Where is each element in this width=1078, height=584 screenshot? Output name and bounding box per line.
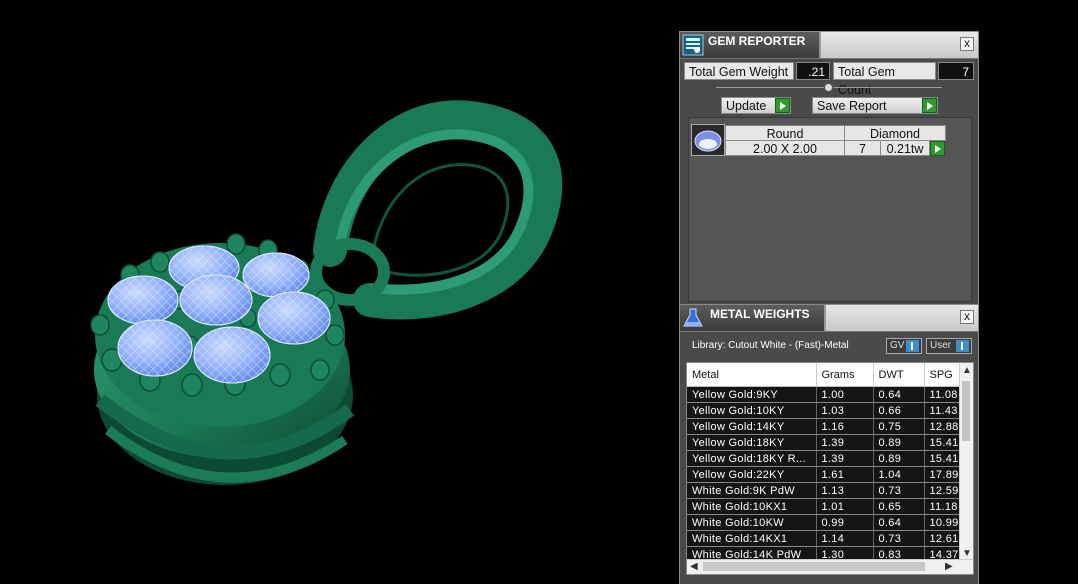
- gv-toggle-label: GV: [890, 340, 905, 351]
- dwt-cell: 0.64: [873, 386, 925, 403]
- grams-cell: 1.14: [816, 530, 874, 547]
- user-toggle-icon: [956, 340, 969, 352]
- table-row[interactable]: Yellow Gold:18KY R... 1.39 0.89 15.41: [687, 450, 973, 467]
- library-label: Library: Cutout White - (Fast)-Metal: [692, 340, 849, 351]
- table-row[interactable]: White Gold:10KW 0.99 0.64 10.99: [687, 514, 973, 531]
- metal-weights-title-tab: METAL WEIGHTS: [680, 305, 826, 331]
- user-toggle-label: User: [930, 340, 952, 351]
- grams-cell: 1.61: [816, 466, 874, 483]
- metal-name: White Gold:10KW: [687, 514, 817, 531]
- grams-cell: 1.01: [816, 498, 874, 515]
- scroll-left-icon[interactable]: ◀: [690, 562, 698, 572]
- round-gem-icon: [694, 130, 722, 152]
- 3d-viewport[interactable]: [0, 0, 680, 584]
- save-report-label: Save Report: [817, 99, 887, 113]
- grams-cell: 1.39: [816, 434, 874, 451]
- dwt-cell: 0.89: [873, 450, 925, 467]
- gem-row-play-icon[interactable]: [930, 141, 945, 156]
- metal-weights-panel: METAL WEIGHTS x Library: Cutout White - …: [679, 304, 979, 584]
- table-header-row: Metal Grams DWT SPG: [687, 363, 973, 387]
- metal-name: Yellow Gold:18KY R...: [687, 450, 817, 467]
- save-report-play-icon: [922, 98, 937, 113]
- dwt-cell: 0.65: [873, 498, 925, 515]
- grams-cell: 0.99: [816, 514, 874, 531]
- table-row[interactable]: Yellow Gold:22KY 1.61 1.04 17.89: [687, 466, 973, 483]
- metal-name: White Gold:9K PdW: [687, 482, 817, 499]
- update-button-label: Update: [726, 99, 767, 113]
- table-row[interactable]: Yellow Gold:10KY 1.03 0.66 11.43: [687, 402, 973, 419]
- metal-name: White Gold:10KX1: [687, 498, 817, 515]
- table-row[interactable]: White Gold:9K PdW 1.13 0.73 12.59: [687, 482, 973, 499]
- dwt-cell: 1.04: [873, 466, 925, 483]
- update-button[interactable]: Update: [721, 97, 791, 114]
- vertical-scrollbar[interactable]: ▲ ▼: [959, 363, 973, 561]
- gem-reporter-title: GEM REPORTER: [708, 34, 806, 48]
- gem-reporter-close-button[interactable]: x: [960, 37, 974, 51]
- gem-reporter-titlebar[interactable]: GEM REPORTER x: [680, 32, 978, 59]
- metal-name: Yellow Gold:18KY: [687, 434, 817, 451]
- scroll-right-icon[interactable]: ▶: [945, 562, 953, 572]
- grams-cell: 1.00: [816, 386, 874, 403]
- table-row[interactable]: Yellow Gold:14KY 1.16 0.75 12.88: [687, 418, 973, 435]
- table-row[interactable]: White Gold:14KX1 1.14 0.73 12.61: [687, 530, 973, 547]
- metal-name: Yellow Gold:10KY: [687, 402, 817, 419]
- gem-report-icon: [682, 34, 704, 56]
- column-header-dwt[interactable]: DWT: [873, 363, 925, 387]
- dwt-cell: 0.73: [873, 530, 925, 547]
- vertical-scroll-thumb[interactable]: [962, 381, 970, 441]
- gem-type: Diamond: [844, 125, 946, 141]
- gem-reporter-title-tab: GEM REPORTER: [680, 32, 822, 58]
- dwt-cell: 0.73: [873, 482, 925, 499]
- update-play-icon: [775, 98, 790, 113]
- gem-reporter-panel: GEM REPORTER x Total Gem Weight .21 Tota…: [679, 31, 979, 306]
- column-header-grams[interactable]: Grams: [816, 363, 874, 387]
- total-gem-count-value: 7: [938, 62, 974, 80]
- scroll-up-icon[interactable]: ▲: [962, 366, 972, 376]
- grams-cell: 1.03: [816, 402, 874, 419]
- metal-weights-table: Metal Grams DWT SPG Yellow Gold:9KY 1.00 0…: [686, 362, 974, 575]
- gv-toggle-icon: [906, 340, 919, 352]
- gem-size: 2.00 X 2.00: [725, 140, 845, 156]
- metal-weights-titlebar[interactable]: METAL WEIGHTS x: [680, 305, 978, 332]
- total-gem-count-label: Total Gem Count: [833, 62, 936, 97]
- dwt-cell: 0.66: [873, 402, 925, 419]
- pendant-model: [90, 100, 563, 485]
- round-gem-thumbnail: [691, 124, 725, 156]
- flask-icon: [683, 308, 703, 327]
- dwt-cell: 0.89: [873, 434, 925, 451]
- table-row[interactable]: Yellow Gold:9KY 1.00 0.64 11.08: [687, 386, 973, 403]
- metal-name: Yellow Gold:22KY: [687, 466, 817, 483]
- grams-cell: 1.13: [816, 482, 874, 499]
- column-header-metal[interactable]: Metal: [687, 363, 817, 387]
- gem-count: 7: [844, 140, 881, 156]
- user-toggle[interactable]: User: [926, 338, 972, 354]
- metal-name: Yellow Gold:9KY: [687, 386, 817, 403]
- gem-shape: Round: [725, 125, 845, 141]
- horizontal-scrollbar[interactable]: ◀ ▶: [687, 559, 973, 574]
- gem-slider-knob[interactable]: [824, 83, 833, 92]
- metal-weights-close-button[interactable]: x: [960, 310, 974, 324]
- metal-name: White Gold:14KX1: [687, 530, 817, 547]
- metal-weights-title: METAL WEIGHTS: [710, 307, 810, 321]
- gv-toggle[interactable]: GV: [886, 338, 922, 354]
- save-report-button[interactable]: Save Report: [812, 97, 938, 114]
- total-gem-weight-label: Total Gem Weight: [684, 62, 794, 80]
- table-row[interactable]: White Gold:10KX1 1.01 0.65 11.18: [687, 498, 973, 515]
- metal-name: Yellow Gold:14KY: [687, 418, 817, 435]
- gem-weight: 0.21tw: [880, 140, 930, 156]
- scroll-down-icon[interactable]: ▼: [962, 549, 972, 559]
- horizontal-scroll-thumb[interactable]: [703, 562, 925, 571]
- total-gem-weight-value: .21: [796, 62, 830, 80]
- table-row[interactable]: Yellow Gold:18KY 1.39 0.89 15.41: [687, 434, 973, 451]
- grams-cell: 1.16: [816, 418, 874, 435]
- dwt-cell: 0.64: [873, 514, 925, 531]
- grams-cell: 1.39: [816, 450, 874, 467]
- dwt-cell: 0.75: [873, 418, 925, 435]
- gem-list: Round Diamond 2.00 X 2.00 7 0.21tw: [688, 117, 972, 302]
